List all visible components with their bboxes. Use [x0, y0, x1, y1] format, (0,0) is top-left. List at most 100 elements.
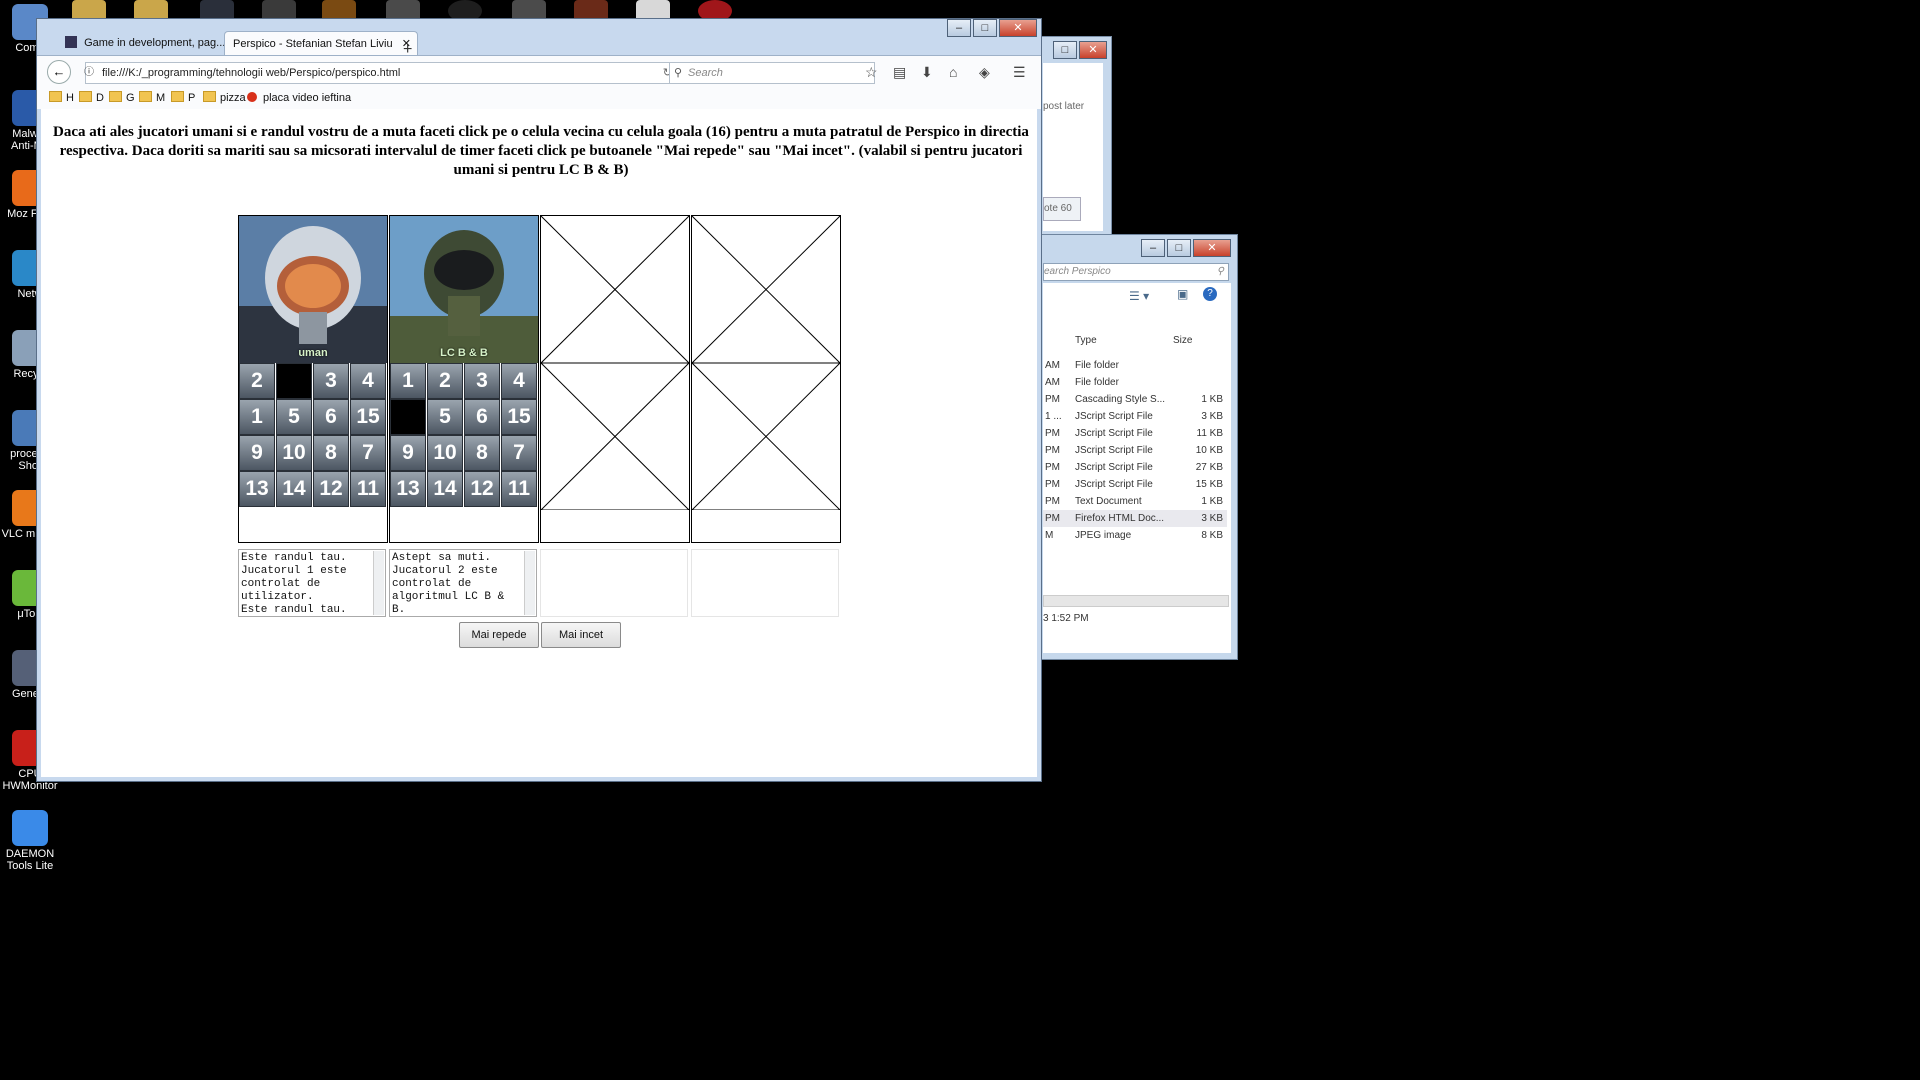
info-icon[interactable]: ⓘ	[84, 63, 94, 83]
maximize-icon[interactable]: □	[1167, 239, 1191, 257]
post-later-text: post later	[1043, 101, 1085, 112]
reading-list-icon[interactable]: ▤	[893, 64, 906, 81]
file-time: PM	[1045, 428, 1060, 439]
log-scrollbar[interactable]	[524, 551, 535, 615]
puzzle-tile[interactable]: 5	[276, 399, 312, 435]
puzzle-tile[interactable]: 8	[313, 435, 349, 471]
player-2-log[interactable]: Astept sa muti. Jucatorul 2 este control…	[389, 549, 537, 617]
tab-game-in-development[interactable]: Game in development, pag... ✕	[57, 31, 243, 55]
tab-perspico[interactable]: Perspico - Stefanian Stefan Liviu ✕	[224, 31, 418, 56]
puzzle-tile[interactable]: 6	[313, 399, 349, 435]
puzzle-tile[interactable]: 2	[239, 363, 275, 399]
missing-image-icon	[541, 216, 689, 510]
back-button[interactable]: ←	[47, 60, 71, 84]
file-row[interactable]: AM File folder	[1043, 374, 1227, 391]
view-toggle-icon[interactable]: ☰ ▾	[1129, 289, 1149, 303]
column-header-size[interactable]: Size	[1173, 335, 1192, 346]
puzzle-tile[interactable]: 3	[313, 363, 349, 399]
file-row[interactable]: PM Text Document 1 KB	[1043, 493, 1227, 510]
puzzle-tile[interactable]: 8	[464, 435, 500, 471]
file-row[interactable]: PM Cascading Style S... 1 KB	[1043, 391, 1227, 408]
bookmark-item[interactable]: D	[79, 87, 104, 109]
bookmark-item[interactable]: M	[139, 87, 165, 109]
puzzle-tile[interactable]: 14	[276, 471, 312, 507]
puzzle-tile[interactable]: 14	[427, 471, 463, 507]
puzzle-tile[interactable]: 9	[390, 435, 426, 471]
close-icon[interactable]: ✕	[1193, 239, 1231, 257]
bookmark-star-icon[interactable]: ☆	[865, 64, 878, 81]
puzzle-tile[interactable]: 12	[464, 471, 500, 507]
file-row[interactable]: PM JScript Script File 27 KB	[1043, 459, 1227, 476]
pocket-icon[interactable]: ◈	[979, 64, 990, 81]
puzzle-tile[interactable]: 11	[501, 471, 537, 507]
close-icon[interactable]: ✕	[1079, 41, 1107, 59]
player-4-log[interactable]	[691, 549, 839, 617]
site-favicon-icon	[247, 92, 257, 102]
puzzle-tile[interactable]: 7	[501, 435, 537, 471]
desktop-icon[interactable]: DAEMON Tools Lite	[0, 810, 60, 872]
folder-icon	[203, 91, 216, 102]
file-row[interactable]: 1 ... JScript Script File 3 KB	[1043, 408, 1227, 425]
bookmark-item[interactable]: placa video ieftina	[247, 87, 351, 109]
menu-icon[interactable]: ☰	[1013, 64, 1026, 81]
player-1-log[interactable]: Este randul tau. Jucatorul 1 este contro…	[238, 549, 386, 617]
puzzle-tile[interactable]: 3	[464, 363, 500, 399]
preview-pane-icon[interactable]: ▣	[1177, 287, 1188, 301]
search-input[interactable]: ⚲ Search	[669, 62, 875, 84]
puzzle-tile[interactable]: 4	[501, 363, 537, 399]
tab-title: Game in development, pag...	[84, 37, 226, 49]
puzzle-grid[interactable]: 2 3 4 1 5 6 15 9 10 8 7 13 14 12 11	[239, 363, 387, 511]
faster-button[interactable]: Mai repede	[459, 622, 539, 648]
download-icon[interactable]: ⬇	[921, 64, 933, 81]
player-3-log[interactable]	[540, 549, 688, 617]
file-row[interactable]: AM File folder	[1043, 357, 1227, 374]
file-size: 15 KB	[1195, 479, 1223, 490]
file-row[interactable]: M JPEG image 8 KB	[1043, 527, 1227, 544]
puzzle-tile[interactable]: 5	[427, 399, 463, 435]
puzzle-tile[interactable]: 2	[427, 363, 463, 399]
bookmark-item[interactable]: pizza	[203, 87, 246, 109]
empty-tile[interactable]	[276, 363, 312, 399]
explorer-window[interactable]: – □ ✕ earch Perspico ⚲ ☰ ▾ ▣ ? Type Size…	[1040, 234, 1238, 660]
puzzle-tile[interactable]: 11	[350, 471, 386, 507]
file-row[interactable]: PM Firefox HTML Doc... 3 KB	[1043, 510, 1227, 527]
file-row[interactable]: PM JScript Script File 15 KB	[1043, 476, 1227, 493]
explorer-search-input[interactable]: earch Perspico ⚲	[1043, 263, 1229, 281]
puzzle-tile[interactable]: 4	[350, 363, 386, 399]
horizontal-scrollbar[interactable]	[1043, 595, 1229, 607]
puzzle-tile[interactable]: 13	[390, 471, 426, 507]
puzzle-tile[interactable]: 7	[350, 435, 386, 471]
slower-button[interactable]: Mai incet	[541, 622, 621, 648]
puzzle-tile[interactable]: 1	[239, 399, 275, 435]
home-icon[interactable]: ⌂	[949, 64, 957, 80]
file-time: PM	[1045, 394, 1060, 405]
puzzle-tile[interactable]: 13	[239, 471, 275, 507]
folder-icon	[171, 91, 184, 102]
puzzle-tile[interactable]: 10	[427, 435, 463, 471]
puzzle-grid[interactable]: 1 2 3 4 5 6 15 9 10 8 7 13 14 12 11	[390, 363, 538, 511]
background-window[interactable]: □ ✕ post later ote 60	[1040, 36, 1112, 238]
url-input[interactable]: ⓘ file:///K:/_programming/tehnologii web…	[84, 62, 679, 84]
maximize-icon[interactable]: □	[1053, 41, 1077, 59]
puzzle-tile[interactable]: 1	[390, 363, 426, 399]
puzzle-tile[interactable]: 6	[464, 399, 500, 435]
file-row[interactable]: PM JScript Script File 11 KB	[1043, 425, 1227, 442]
puzzle-tile[interactable]: 15	[350, 399, 386, 435]
file-time: 1 ...	[1045, 411, 1062, 422]
bookmark-item[interactable]: P	[171, 87, 195, 109]
help-icon[interactable]: ?	[1203, 287, 1217, 301]
column-header-type[interactable]: Type	[1075, 335, 1097, 346]
puzzle-tile[interactable]: 12	[313, 471, 349, 507]
browser-window[interactable]: – □ ✕ Game in development, pag... ✕ Pers…	[36, 18, 1042, 782]
empty-tile[interactable]	[390, 399, 426, 435]
file-row[interactable]: PM JScript Script File 10 KB	[1043, 442, 1227, 459]
puzzle-tile[interactable]: 9	[239, 435, 275, 471]
explorer-file-list[interactable]: ☰ ▾ ▣ ? Type Size AM File folder AM File fo…	[1043, 283, 1231, 653]
puzzle-tile[interactable]: 10	[276, 435, 312, 471]
log-scrollbar[interactable]	[373, 551, 384, 615]
bookmark-item[interactable]: H	[49, 87, 74, 109]
puzzle-tile[interactable]: 15	[501, 399, 537, 435]
minimize-icon[interactable]: –	[1141, 239, 1165, 257]
note-text: ote 60	[1043, 197, 1081, 221]
bookmark-item[interactable]: G	[109, 87, 135, 109]
